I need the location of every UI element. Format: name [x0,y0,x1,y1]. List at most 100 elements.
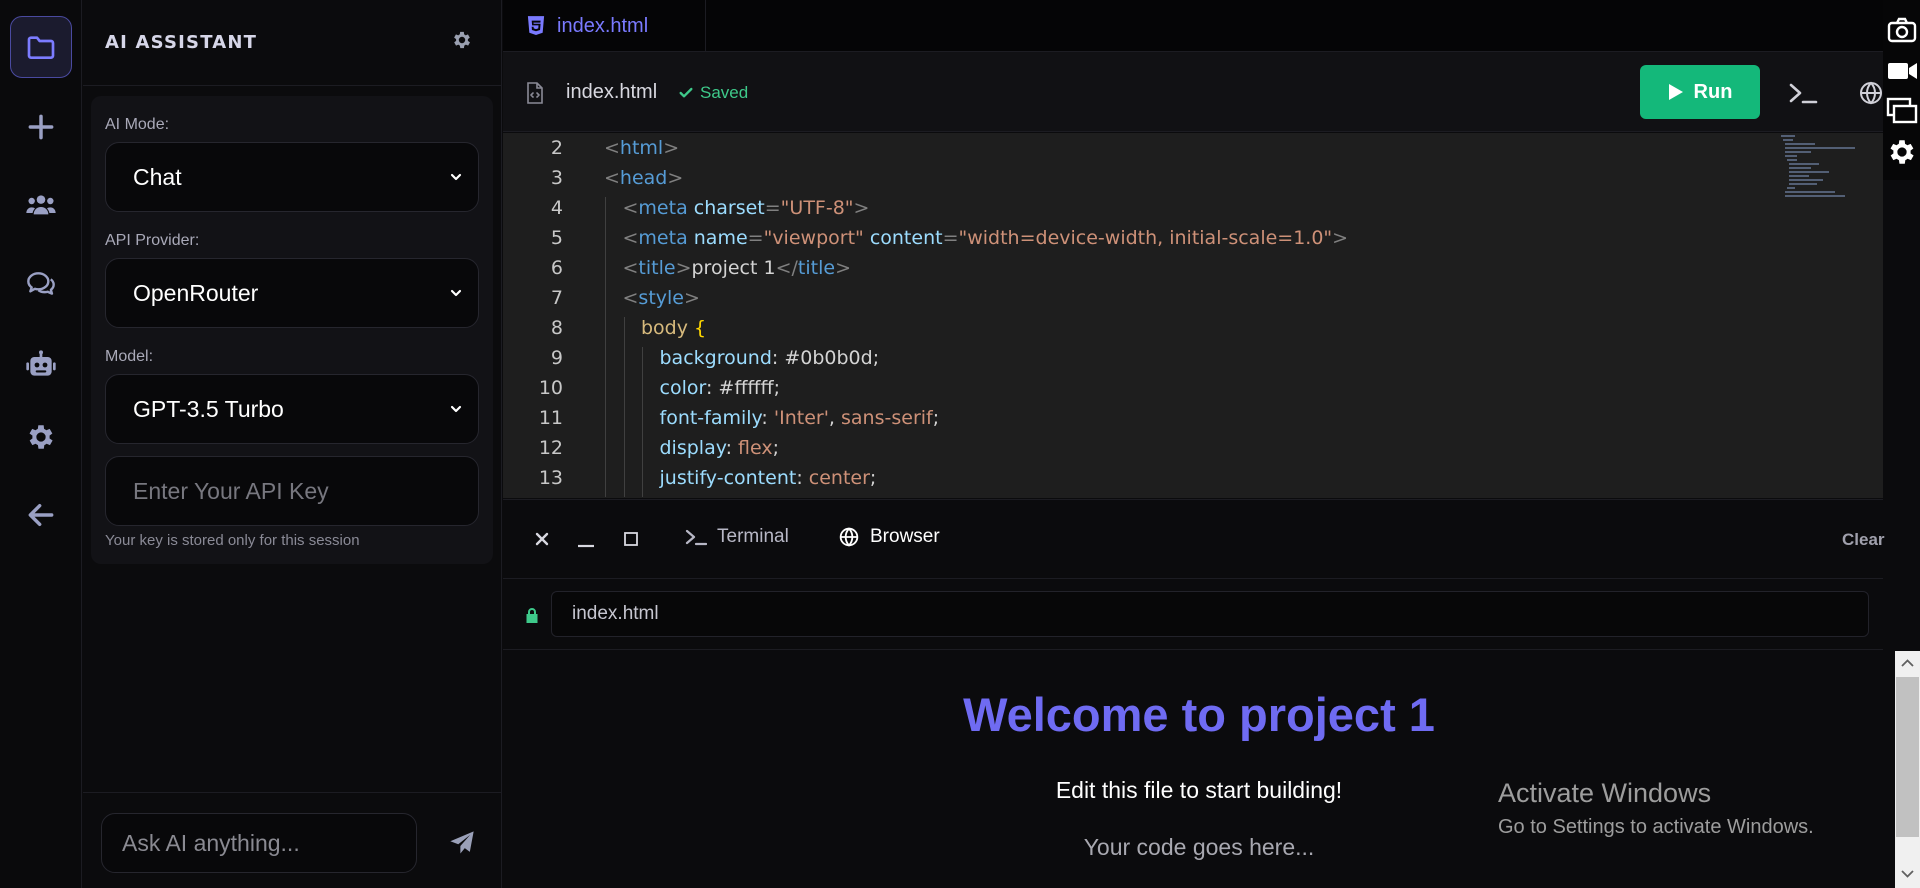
terminal-icon[interactable] [1788,80,1818,106]
chat-input[interactable]: Ask AI anything... [101,813,417,873]
code-line[interactable]: 12 display: flex; [503,437,1883,467]
new-button[interactable] [10,96,72,158]
code-token: > [667,167,684,189]
preview-scrollbar[interactable] [1895,651,1920,888]
bot-button[interactable] [10,334,72,396]
code-token: < [622,227,639,249]
chevron-down-icon [450,405,462,413]
indent-guide [605,407,606,437]
code-token: title [797,257,836,279]
api-provider-select[interactable]: OpenRouter [105,258,479,328]
back-button[interactable] [10,484,72,546]
robot-icon [26,350,56,376]
code-token: "viewport" [763,227,864,249]
chat-button[interactable] [10,253,72,315]
code-token: > [853,197,870,219]
model-select[interactable]: GPT-3.5 Turbo [105,374,479,444]
code-token: "UTF-8" [780,197,854,219]
code-line[interactable]: 5 <meta name="viewport" content="width=de… [503,227,1883,257]
indent-guide [623,377,625,407]
explorer-button[interactable] [10,16,72,78]
video-camera-icon[interactable] [1886,55,1918,87]
code-token: charset [693,197,765,219]
indent-guide [623,317,625,347]
code-token: content [869,227,943,249]
code-line[interactable]: 13 justify-content: center; [503,467,1883,497]
chevron-down-icon [450,289,462,297]
icon-rail [0,0,82,888]
activate-windows-title: Activate Windows [1498,778,1712,808]
code-token: 'Inter' [773,407,829,429]
code-token: ; [772,437,780,459]
gear-icon [29,425,53,449]
url-input[interactable]: index.html [551,591,1869,637]
scrollbar-thumb[interactable] [1896,677,1919,837]
globe-icon[interactable] [1859,80,1883,106]
code-line[interactable]: 9 background: #0b0b0d; [503,347,1883,377]
ai-assistant-panel: AI ASSISTANT AI Mode: Chat API Provider:… [83,0,502,888]
scroll-down-icon[interactable] [1899,865,1916,882]
indent-guide [605,197,606,227]
code-token: = [747,227,764,249]
line-number: 13 [538,467,563,489]
windows-icon[interactable] [1886,95,1918,127]
code-token: < [604,137,620,159]
code-text: <style> [623,287,700,309]
send-button[interactable] [438,819,486,867]
code-token: color [659,377,706,399]
tab-index-html[interactable]: index.html [503,0,706,52]
code-token: name [693,227,748,249]
code-token: , [828,407,842,429]
ai-mode-label: AI Mode: [105,116,170,133]
line-number: 5 [550,227,563,249]
file-header: index.html Saved Run [503,52,1883,132]
code-token: < [622,197,639,219]
code-text: background: #0b0b0d; [660,347,880,369]
html5-icon [527,16,545,35]
clear-button[interactable]: Clear [1842,530,1885,550]
code-line[interactable]: 2 <html> [503,137,1883,167]
line-number: 3 [550,167,563,189]
tab-browser[interactable]: Browser [838,526,940,548]
code-token: = [942,227,959,249]
code-text: <meta charset="UTF-8"> [623,197,870,219]
code-text: font-family: 'Inter', sans-serif; [660,407,940,429]
maximize-panel-button[interactable] [620,528,642,550]
code-file-icon [527,82,543,104]
chat-bar: Ask AI anything... [83,792,502,888]
code-line[interactable]: 11 font-family: 'Inter', sans-serif; [503,407,1883,437]
code-line[interactable]: 7 <style> [503,287,1883,317]
tab-terminal[interactable]: Terminal [685,526,789,548]
ai-mode-select[interactable]: Chat [105,142,479,212]
code-line[interactable]: 4 <meta charset="UTF-8"> [503,197,1883,227]
code-line[interactable]: 3 <head> [503,167,1883,197]
settings-button[interactable] [10,406,72,468]
scroll-up-icon[interactable] [1899,655,1916,672]
code-line[interactable]: 8 body { [503,317,1883,347]
indent-guide [605,287,606,317]
camera-icon[interactable] [1886,14,1918,46]
indent-guide [605,377,606,407]
minimize-panel-button[interactable] [575,528,597,550]
code-token: meta [638,227,688,249]
panel-settings-button[interactable] [451,29,473,56]
api-key-input[interactable]: Enter Your API Key [105,456,479,526]
code-line[interactable]: 10 color: #ffffff; [503,377,1883,407]
code-token: < [622,287,639,309]
indent-guide [605,317,606,347]
run-button[interactable]: Run [1640,65,1760,119]
comments-icon [27,272,55,295]
code-text: color: #ffffff; [660,377,781,399]
line-number: 10 [538,377,563,399]
panel-title: AI ASSISTANT [105,32,258,53]
preview-heading: Welcome to project 1 [963,688,1435,741]
close-panel-button[interactable] [531,528,553,550]
team-button[interactable] [10,174,72,236]
play-icon [1668,84,1683,100]
indent-guide [605,227,606,257]
minimap[interactable] [1781,133,1861,203]
browser-preview: Welcome to project 1 Edit this file to s… [503,651,1895,888]
gear-icon[interactable] [1886,136,1918,168]
code-editor[interactable]: 2 <html> 3 <head> 4 <meta charset="UTF-8"> 5 <m… [503,133,1883,498]
code-line[interactable]: 6 <title>project 1</title> [503,257,1883,287]
